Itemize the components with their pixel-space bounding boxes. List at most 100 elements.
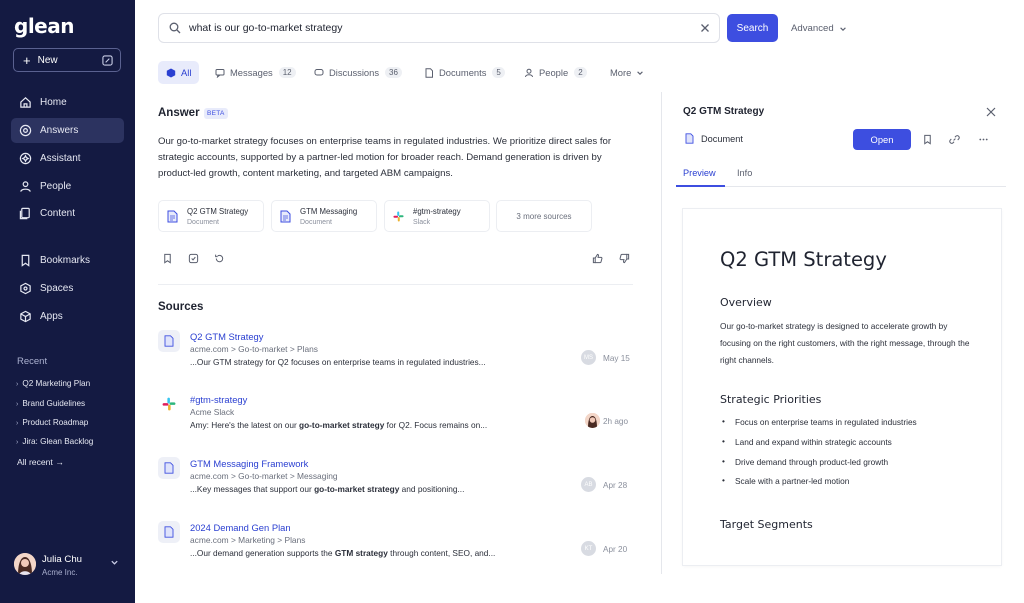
result-snippet: ...Our GTM strategy for Q2 focuses on en… — [190, 357, 486, 367]
tab-count: 12 — [278, 67, 296, 78]
search-result[interactable]: 2024 Demand Gen Plan acme.com > Marketin… — [158, 521, 633, 571]
tab-people[interactable]: People 2 — [516, 61, 595, 84]
answer-source-card[interactable]: #gtm-strategy Slack — [384, 200, 490, 232]
result-title[interactable]: 2024 Demand Gen Plan — [190, 522, 291, 533]
result-snippet: ...Our demand generation supports the GT… — [190, 548, 495, 558]
tabs-divider — [676, 186, 1006, 187]
plus-icon: + — [23, 52, 31, 68]
tab-count: 36 — [385, 67, 402, 78]
thumbs-down-icon[interactable] — [619, 253, 630, 264]
tab-label: Messages — [230, 67, 273, 78]
recent-item[interactable]: › Product Roadmap — [16, 418, 88, 427]
document-icon — [158, 330, 180, 352]
doc-list-text: Drive demand through product-led growth — [735, 457, 889, 467]
tab-documents[interactable]: Documents 5 — [416, 61, 513, 84]
preview-type: Document — [685, 133, 743, 144]
recent-item[interactable]: › Q2 Marketing Plan — [16, 379, 90, 388]
close-icon[interactable] — [699, 22, 711, 34]
sidebar-item-assistant[interactable]: Assistant — [11, 146, 124, 171]
sidebar-item-spaces[interactable]: Spaces — [11, 276, 124, 301]
snippet-text: for Q2. Focus remains on... — [384, 420, 488, 430]
search-result[interactable]: GTM Messaging Framework acme.com > Go-to… — [158, 457, 633, 507]
chevron-right-icon: › — [16, 381, 19, 388]
sidebar-item-label: People — [40, 181, 72, 192]
result-date: Apr 20 — [603, 545, 628, 554]
sidebar-item-home[interactable]: Home — [11, 90, 124, 115]
preview-title: Q2 GTM Strategy — [683, 106, 765, 117]
avatar: AB — [581, 477, 596, 492]
new-button[interactable]: + New — [13, 48, 121, 72]
tab-discussions[interactable]: Discussions 36 — [306, 61, 410, 84]
bookmark-icon[interactable] — [922, 134, 933, 145]
source-card-title: GTM Messaging — [300, 207, 358, 216]
doc-heading: Overview — [720, 296, 772, 309]
doc-list-text: Focus on enterprise teams in regulated i… — [735, 417, 917, 427]
chevron-down-icon — [111, 560, 118, 565]
search-result[interactable]: Q2 GTM Strategy acme.com > Go-to-market … — [158, 330, 633, 380]
snippet-text: and positioning... — [399, 484, 465, 494]
thumbs-up-icon[interactable] — [592, 253, 603, 264]
document-icon — [158, 457, 180, 479]
recent-item[interactable]: › Jira: Glean Backlog — [16, 437, 93, 446]
advanced-dropdown[interactable]: Advanced — [791, 23, 847, 34]
result-snippet: ...Key messages that support our go-to-m… — [190, 484, 464, 494]
result-title[interactable]: Q2 GTM Strategy — [190, 331, 263, 342]
document-icon — [280, 210, 291, 223]
doc-heading: Strategic Priorities — [720, 393, 822, 406]
slack-icon — [393, 211, 404, 222]
snippet-text: through content, SEO, and... — [387, 548, 496, 558]
result-title[interactable]: #gtm-strategy — [190, 394, 247, 405]
search-bar[interactable] — [158, 13, 720, 43]
open-button[interactable]: Open — [853, 129, 911, 150]
sidebar-item-people[interactable]: People — [11, 174, 124, 199]
regenerate-icon[interactable] — [214, 253, 225, 264]
snippet-highlight: GTM strategy — [334, 548, 388, 558]
close-icon[interactable] — [986, 107, 996, 117]
bookmark-icon — [21, 254, 30, 267]
search-input[interactable] — [189, 22, 669, 34]
sidebar-item-bookmarks[interactable]: Bookmarks — [11, 248, 124, 273]
sidebar-item-content[interactable]: Content — [11, 201, 124, 226]
source-card-type: Document — [187, 219, 219, 226]
message-icon — [215, 68, 225, 78]
more-horizontal-icon[interactable] — [978, 134, 989, 145]
tab-info[interactable]: Info — [737, 168, 752, 178]
tab-messages[interactable]: Messages 12 — [207, 61, 304, 84]
sidebar-item-apps[interactable]: Apps — [11, 304, 124, 329]
sidebar-item-label: Apps — [40, 311, 63, 322]
user-menu[interactable]: Julia Chu Acme Inc. — [14, 552, 124, 580]
copy-check-icon[interactable] — [188, 253, 199, 264]
compose-icon — [102, 55, 113, 66]
recent-item[interactable]: › Brand Guidelines — [16, 399, 85, 408]
home-icon — [20, 97, 31, 108]
all-recent-link[interactable]: All recent → — [17, 457, 64, 467]
person-icon — [525, 68, 533, 77]
result-path: acme.com > Go-to-market > Plans — [190, 344, 318, 354]
tab-all[interactable]: All — [158, 61, 200, 84]
answer-source-card[interactable]: GTM Messaging Document — [271, 200, 377, 232]
search-button[interactable]: Search — [727, 14, 778, 42]
result-date: May 15 — [603, 354, 630, 363]
tab-label: Documents — [439, 67, 487, 78]
beta-badge: BETA — [204, 108, 228, 119]
snippet-text: ...Our demand generation supports the — [190, 548, 335, 558]
answer-text: Our go-to-market strategy focuses on ent… — [158, 136, 612, 179]
glean-logo[interactable]: glean — [14, 14, 74, 38]
discussion-icon — [314, 68, 324, 75]
tab-more[interactable]: More — [602, 61, 652, 84]
document-icon — [425, 67, 433, 78]
sidebar-item-label: Assistant — [40, 153, 81, 164]
search-result[interactable]: #gtm-strategy Acme Slack Amy: Here's the… — [158, 393, 633, 443]
link-icon[interactable] — [949, 134, 960, 145]
people-icon — [20, 181, 31, 192]
more-sources-button[interactable]: 3 more sources — [496, 200, 592, 232]
user-photo-icon — [585, 413, 600, 428]
answer-source-card[interactable]: Q2 GTM Strategy Document — [158, 200, 264, 232]
spaces-icon — [20, 282, 31, 295]
result-title[interactable]: GTM Messaging Framework — [190, 458, 308, 469]
user-name: Julia Chu — [42, 554, 82, 565]
sidebar-item-answers[interactable]: Answers — [11, 118, 124, 143]
tab-preview[interactable]: Preview — [683, 168, 716, 178]
bookmark-icon[interactable] — [162, 253, 173, 264]
snippet-text: Amy: Here's the latest on our — [190, 420, 300, 430]
